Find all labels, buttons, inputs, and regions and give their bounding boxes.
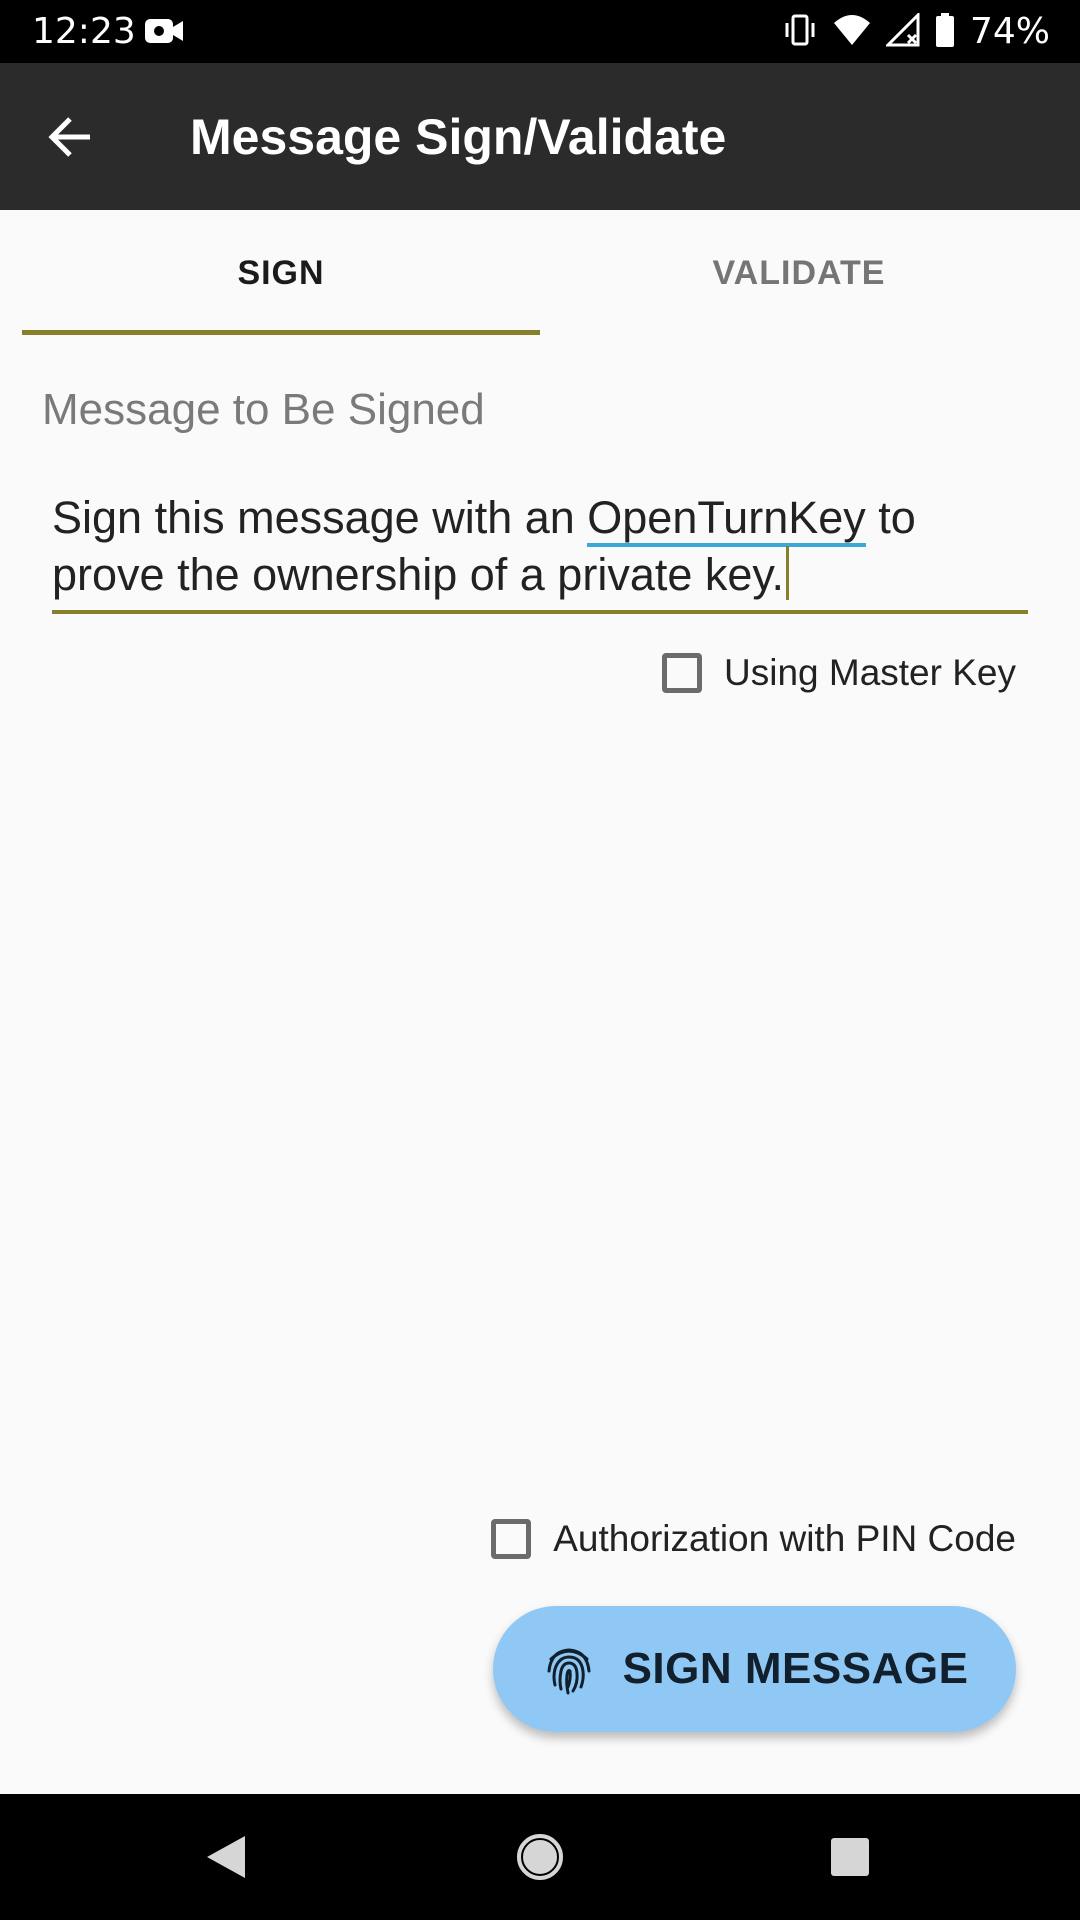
fingerprint-icon bbox=[547, 1648, 591, 1695]
message-text-part: Sign this message with an bbox=[52, 492, 588, 543]
message-text-part: to bbox=[865, 492, 916, 543]
status-time: 12:23 bbox=[32, 11, 136, 52]
message-field-underline bbox=[52, 610, 1028, 614]
master-key-label: Using Master Key bbox=[724, 652, 1016, 693]
message-text-part: prove the ownership of a private key. bbox=[52, 549, 785, 600]
message-input[interactable]: Sign this message with an OpenTurnKey to… bbox=[52, 490, 1032, 603]
nav-home-button[interactable] bbox=[510, 1827, 570, 1887]
vibrate-icon bbox=[782, 12, 818, 52]
signal-icon bbox=[884, 11, 920, 51]
app-bar: Message Sign/Validate bbox=[0, 63, 1080, 210]
nav-back-icon bbox=[207, 1836, 245, 1878]
tab-validate[interactable]: VALIDATE bbox=[540, 210, 1058, 336]
master-key-option[interactable]: Using Master Key bbox=[662, 652, 1016, 694]
text-cursor bbox=[786, 546, 790, 600]
message-line-1: Sign this message with an OpenTurnKey to bbox=[52, 490, 1032, 547]
pin-auth-label: Authorization with PIN Code bbox=[553, 1518, 1016, 1559]
camera-icon bbox=[143, 13, 185, 53]
system-nav-bar bbox=[0, 1794, 1080, 1920]
status-bar: 12:23 74% bbox=[0, 0, 1080, 63]
sign-message-button[interactable]: SIGN MESSAGE bbox=[493, 1606, 1016, 1732]
page-title: Message Sign/Validate bbox=[190, 109, 727, 165]
battery-icon bbox=[934, 12, 956, 52]
tab-indicator bbox=[22, 330, 540, 335]
tab-sign[interactable]: SIGN bbox=[22, 210, 540, 336]
nav-home-icon bbox=[517, 1834, 563, 1880]
arrow-back-icon bbox=[48, 117, 90, 157]
wifi-icon bbox=[832, 13, 872, 51]
pin-auth-option[interactable]: Authorization with PIN Code bbox=[491, 1518, 1016, 1560]
master-key-checkbox[interactable] bbox=[662, 653, 702, 693]
message-field-label: Message to Be Signed bbox=[42, 385, 485, 434]
nav-recents-button[interactable] bbox=[820, 1827, 880, 1887]
spellcheck-word: OpenTurnKey bbox=[587, 492, 866, 547]
status-icons: 74% bbox=[782, 8, 1050, 56]
back-button[interactable] bbox=[36, 103, 104, 171]
message-line-2: prove the ownership of a private key. bbox=[52, 546, 1032, 603]
nav-back-button[interactable] bbox=[196, 1827, 256, 1887]
pin-auth-checkbox[interactable] bbox=[491, 1519, 532, 1559]
nav-recents-icon bbox=[831, 1838, 869, 1876]
battery-percent: 74% bbox=[969, 11, 1050, 52]
sign-message-label: SIGN MESSAGE bbox=[622, 1644, 969, 1693]
tab-bar: SIGN VALIDATE bbox=[0, 210, 1080, 336]
